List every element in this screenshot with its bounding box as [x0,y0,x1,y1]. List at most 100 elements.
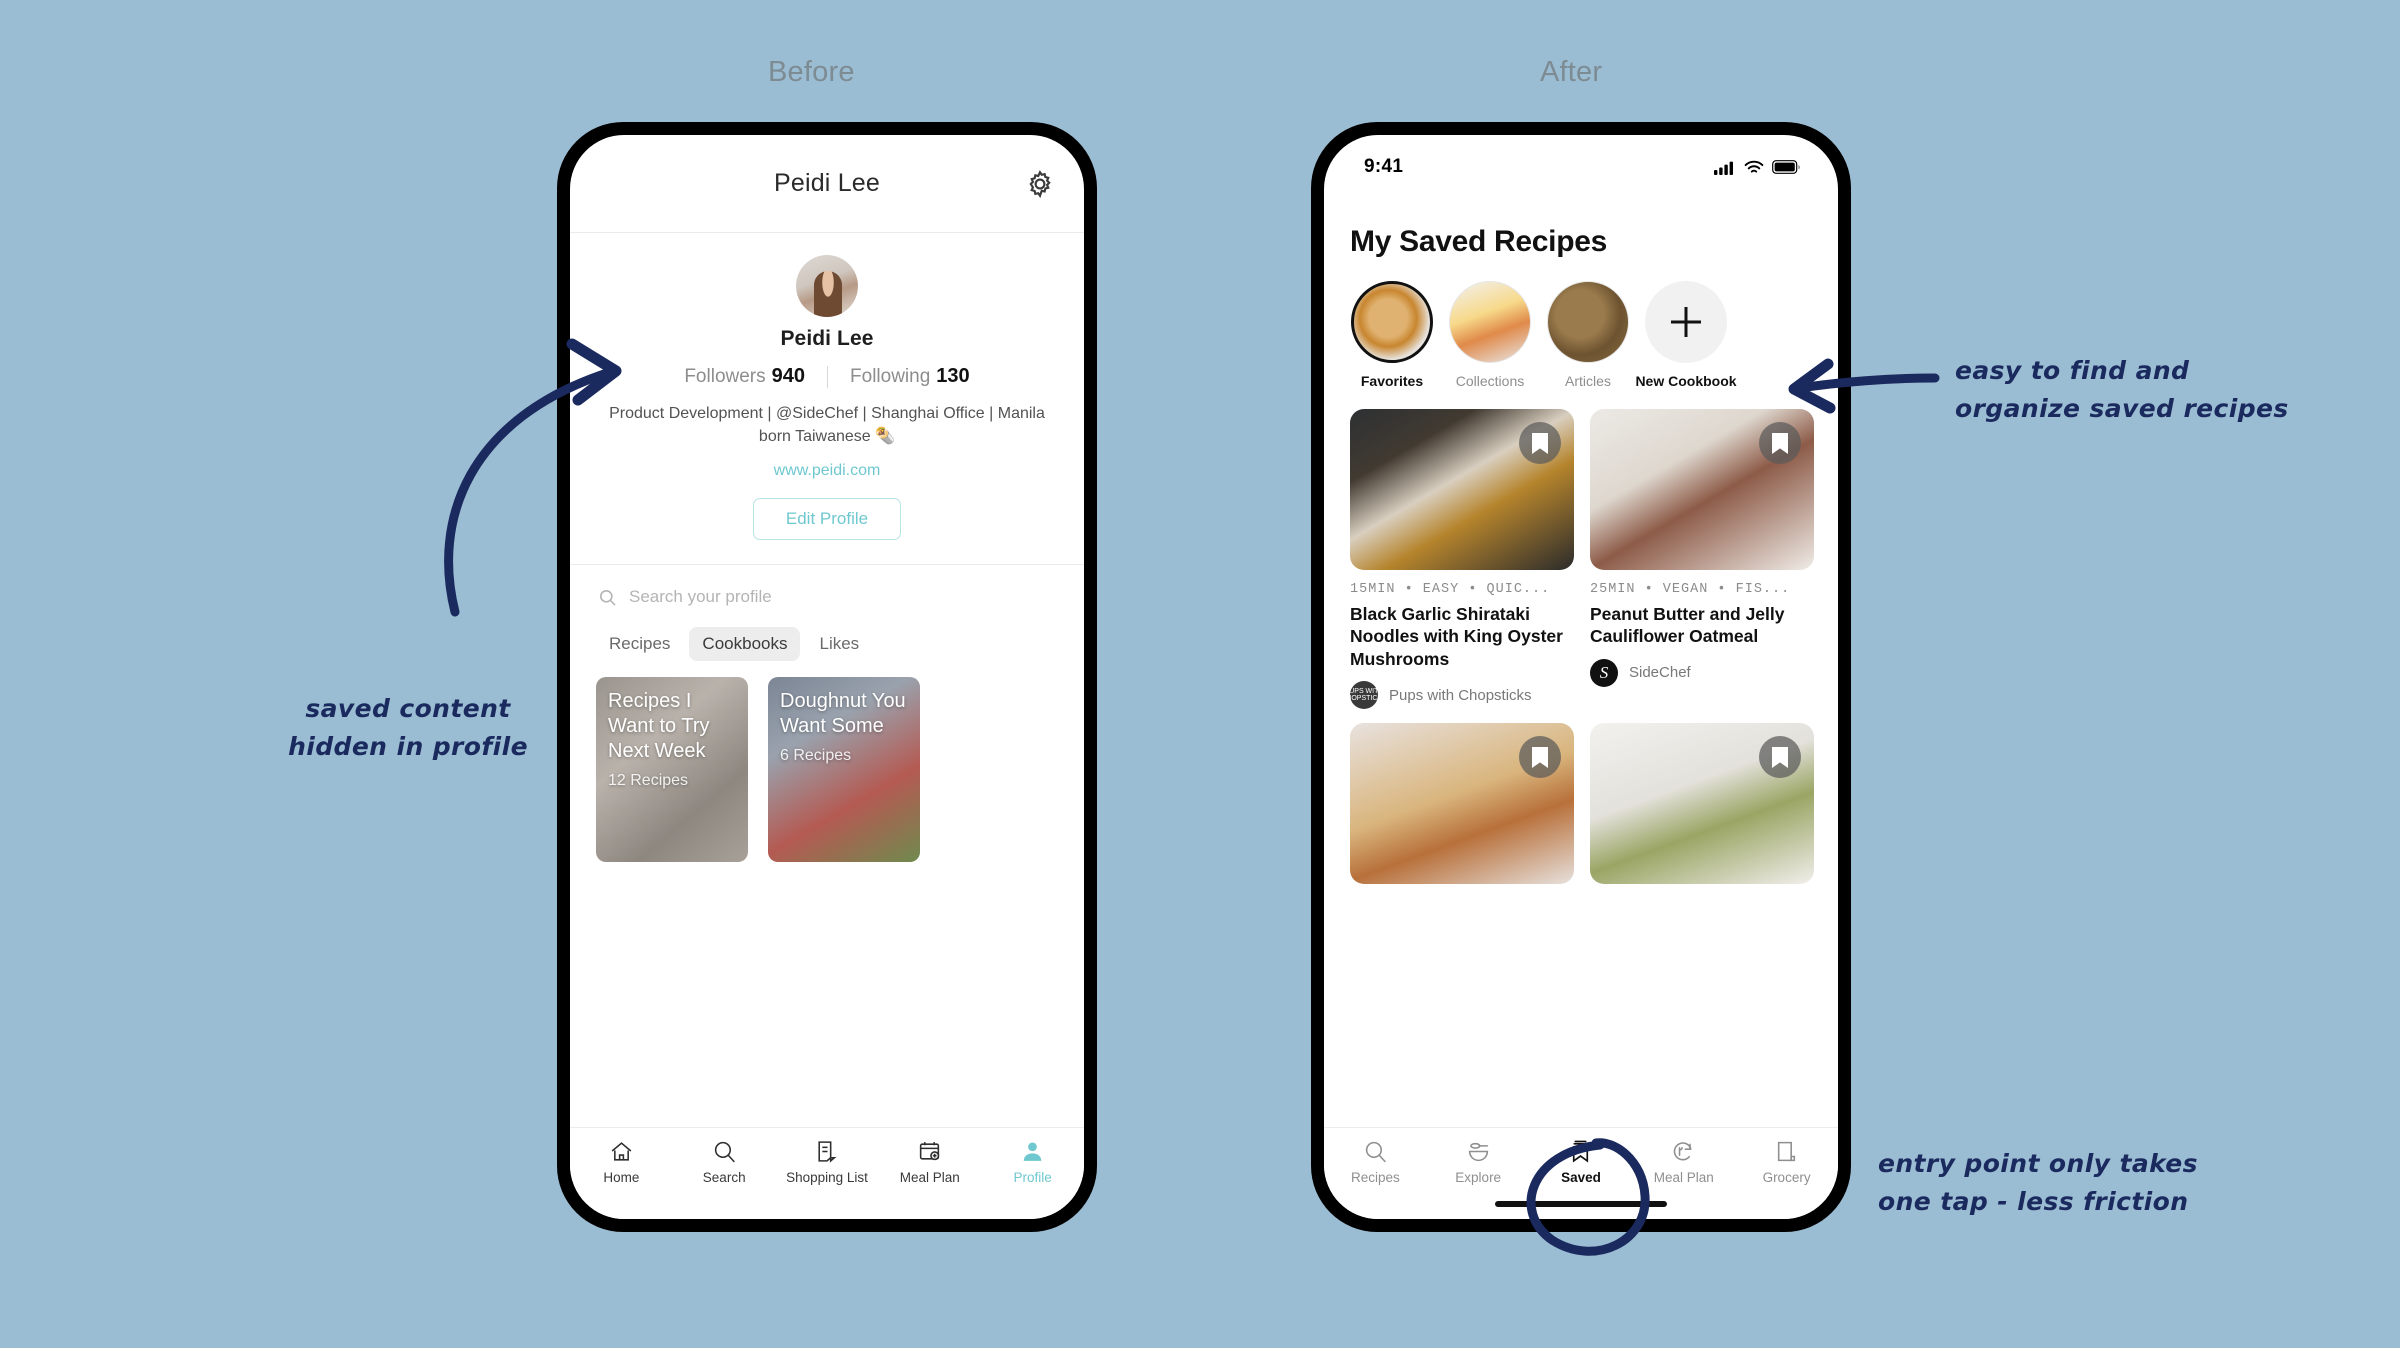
home-indicator [1495,1201,1667,1207]
annotation-top-right: easy to find and organize saved recipes [1955,356,2289,423]
nav-item-explore[interactable]: Explore [1432,1139,1524,1185]
category-label: Articles [1565,373,1611,389]
status-icons [1714,160,1800,175]
followers-count: 940 [771,365,806,387]
gear-icon[interactable] [1024,168,1056,200]
nav-item-grocery[interactable]: Grocery [1741,1139,1833,1185]
annotation-bottom-right: entry point only takes one tap - less fri… [1878,1149,2198,1216]
signal-icon [1714,161,1733,175]
bowl-spoon-icon [1468,1142,1488,1162]
recipe-card[interactable] [1590,723,1814,885]
nav-item-meal-plan[interactable]: Meal Plan [884,1139,976,1185]
before-profile: Peidi Lee Followers 940 Following 130 Prod… [570,233,1084,541]
after-bottom-nav: Recipes Explore Saved Meal Plan Grocery [1324,1127,1838,1219]
bookmark-icon[interactable] [1519,422,1561,464]
cookbook-count: 12 Recipes [608,772,689,790]
followers-stat[interactable]: Followers 940 [662,365,827,388]
nav-item-search[interactable]: Search [678,1139,770,1185]
before-topbar: Peidi Lee [570,135,1084,233]
nav-item-home[interactable]: Home [575,1139,667,1185]
phone-after: 9:41 My Saved Recipes Favorites Collecti… [1311,122,1851,1232]
nav-label: Profile [1013,1170,1052,1185]
cookbook-card[interactable]: Doughnut You Want Some 6 Recipes [768,677,920,863]
tab-recipes[interactable]: Recipes [596,627,683,661]
profile-website-link[interactable]: www.peidi.com [570,462,1084,480]
before-screen: Peidi Lee Peidi Lee Followers 940 Follow… [570,135,1084,1219]
category-label: New Cookbook [1635,373,1737,389]
nav-label: Meal Plan [899,1170,960,1185]
nav-item-shopping-list[interactable]: Shopping List [781,1139,873,1185]
recipe-meta: 25MIN • VEGAN • FIS... [1590,582,1791,597]
recipe-title: Peanut Butter and Jelly Cauliflower Oatm… [1590,604,1785,647]
profile-name: Peidi Lee [780,327,874,350]
new-cookbook-circle [1645,281,1727,363]
cookbook-grid: Recipes I Want to Try Next Week 12 Recip… [570,661,1084,863]
bookmark-icon[interactable] [1759,422,1801,464]
list-icon [818,1141,837,1163]
nav-label: Grocery [1762,1170,1811,1185]
before-bottom-nav: Home Search Shopping List Meal Plan Prof… [570,1127,1084,1219]
search-icon [1365,1141,1386,1163]
phone-before: Peidi Lee Peidi Lee Followers 940 Follow… [557,122,1097,1232]
avatar: PUPS WITH CHOPSTICKS [1341,681,1387,710]
tab-likes[interactable]: Likes [806,627,872,661]
category-label: Favorites [1360,373,1424,389]
nav-label: Meal Plan [1653,1170,1714,1185]
category-thumbnail [1449,281,1531,363]
cookbook-title: Recipes I Want to Try Next Week [608,690,710,763]
recipe-title: Black Garlic Shirataki Noodles with King… [1350,604,1563,669]
tab-cookbooks[interactable]: Cookbooks [689,627,801,662]
category-favorites[interactable]: Favorites [1350,281,1434,389]
recipe-card[interactable]: 25MIN • VEGAN • FIS... Peanut Butter and… [1590,409,1814,709]
cookbook-card[interactable]: Recipes I Want to Try Next Week 12 Recip… [596,677,748,863]
bookmark-icon[interactable] [1519,736,1561,779]
nav-label: Explore [1455,1170,1502,1185]
person-icon [1023,1142,1042,1161]
grocery-icon [1777,1141,1796,1162]
status-time: 9:41 [1364,156,1404,177]
recipe-image [1590,409,1814,570]
followers-label: Followers [684,366,766,387]
search-icon [714,1141,735,1163]
category-thumbnail [1351,281,1433,363]
wifi-icon [1744,160,1764,173]
category-new-cookbook[interactable]: New Cookbook [1635,281,1737,389]
plus-icon [1671,307,1701,337]
meal-plan-icon [1674,1142,1692,1161]
following-label: Following [850,366,931,387]
profile-stats: Followers 940 Following 130 [570,365,1084,388]
search-placeholder: Search your profile [629,587,772,607]
battery-icon [1772,160,1800,174]
edit-profile-button[interactable]: Edit Profile [753,498,901,541]
following-count: 130 [936,365,970,387]
annotation-left: saved content hidden in profile [288,694,528,761]
caption-after: After [1540,56,1603,88]
recipe-card[interactable]: 15MIN • EASY • QUIC... Black Garlic Shir… [1341,409,1574,710]
recipe-author[interactable]: S SideChef [1590,658,1814,687]
cookbook-count: 6 Recipes [780,747,852,765]
category-collections[interactable]: Collections [1448,281,1532,389]
nav-item-saved[interactable]: Saved [1535,1139,1627,1185]
category-articles[interactable]: Articles [1546,281,1630,389]
recipe-author[interactable]: PUPS WITH CHOPSTICKS Pups with Chopstick… [1341,681,1574,710]
cookbook-title: Doughnut You Want Some [780,690,906,738]
bookmark-icon[interactable] [1759,736,1801,779]
nav-item-recipes[interactable]: Recipes [1329,1139,1421,1185]
following-stat[interactable]: Following 130 [828,365,992,388]
avatar[interactable] [796,255,858,317]
nav-item-profile[interactable]: Profile [987,1139,1079,1185]
caption-before: Before [768,56,855,88]
recipe-image [1350,409,1574,570]
nav-label: Shopping List [786,1170,868,1185]
recipe-card[interactable] [1350,723,1574,885]
avatar: S [1590,658,1618,687]
search-input[interactable]: Search your profile [570,565,1084,607]
profile-bio: Product Development | @SideChef | Shangh… [609,405,1045,446]
recipe-author-name: Pups with Chopsticks [1389,686,1532,704]
nav-item-meal-plan[interactable]: Meal Plan [1638,1139,1730,1185]
category-row: Favorites Collections Articles New Cookb… [1324,259,1838,389]
comparison-stage: Before After Peidi Lee Peidi Lee Followe… [0,0,2400,1348]
nav-label: Home [603,1170,640,1185]
recipe-author-name: SideChef [1629,664,1691,682]
after-screen: 9:41 My Saved Recipes Favorites Collecti… [1324,135,1838,1219]
